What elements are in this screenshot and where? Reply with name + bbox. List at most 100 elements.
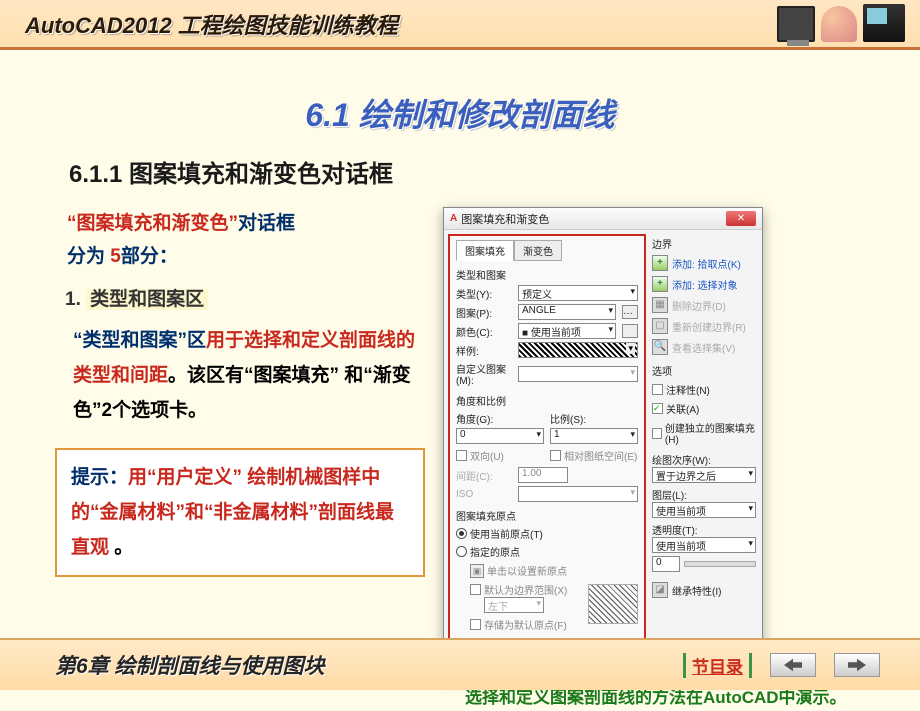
intro-suffix1: 对话框 [238, 213, 295, 234]
intro-quoted: “图案填充和渐变色” [67, 213, 238, 234]
side-group-options: 选项 [652, 363, 756, 378]
recreate-boundary-icon[interactable]: ▢ [652, 318, 668, 334]
group-type-pattern: 类型和图案 [456, 267, 638, 282]
subsection-title: 6.1.1 图案填充和渐变色对话框 [69, 154, 865, 189]
checkbox-relpaper[interactable] [550, 450, 561, 461]
pattern-browse-button[interactable]: … [622, 305, 638, 319]
origin-preview-icon [588, 584, 638, 624]
label-store-origin: 存储为默认原点(F) [484, 617, 567, 632]
radio-specified-origin[interactable] [456, 546, 467, 557]
sample-swatch[interactable] [518, 342, 638, 358]
label-angle: 角度(G): [456, 411, 544, 426]
combo-ratio[interactable]: 1 [550, 428, 638, 444]
label-specified-origin: 指定的原点 [470, 544, 520, 559]
dialog-tabs: 图案填充 渐变色 [456, 240, 638, 261]
label-iso: ISO [456, 489, 514, 500]
main-content: 6.1 绘制和修改剖面线 6.1.1 图案填充和渐变色对话框 “图案填充和渐变色… [0, 50, 920, 711]
hatch-dialog: A 图案填充和渐变色 ✕ 图案填充 渐变色 类型和图案 类型(Y): 预定义 [443, 207, 763, 677]
combo-draworder[interactable]: 置于边界之后 [652, 467, 756, 483]
arrow-right-icon [848, 658, 866, 672]
monitor-icon [777, 6, 815, 42]
label-default-bounds: 默认为边界范围(X) [484, 582, 567, 597]
inherit-icon[interactable]: ◪ [652, 582, 668, 598]
input-spacing[interactable]: 1.00 [518, 467, 568, 483]
list-label: 类型和图案区 [86, 289, 208, 310]
dialog-main-panel: 图案填充 渐变色 类型和图案 类型(Y): 预定义 图案(P): ANGLE … [448, 234, 646, 640]
dialog-titlebar: A 图案填充和渐变色 ✕ [444, 208, 762, 230]
checkbox-annotative[interactable] [652, 384, 663, 395]
combo-type[interactable]: 预定义 [518, 285, 638, 301]
label-annotative: 注释性(N) [666, 382, 710, 397]
side-group-boundary: 边界 [652, 236, 756, 251]
header-bar: AutoCAD2012 工程绘图技能训练教程 [0, 0, 920, 50]
body-paragraph: “类型和图案”区用于选择和定义剖面线的类型和间距。该区有“图案填充” 和“渐变色… [55, 323, 425, 428]
footer-bar: 第6章 绘制剖面线与使用图块 节目录 [0, 638, 920, 690]
link-view: 查看选择集(V) [672, 340, 735, 355]
checkbox-assoc[interactable] [652, 403, 663, 414]
tip-label: 提示： [71, 467, 128, 488]
add-pick-icon[interactable]: + [652, 255, 668, 271]
label-trans: 透明度(T): [652, 522, 756, 537]
label-double: 双向(U) [470, 448, 504, 463]
group-scale: 角度和比例 [456, 393, 638, 408]
combo-angle[interactable]: 0 [456, 428, 544, 444]
body-head: “类型和图案”区 [73, 330, 206, 351]
intro-count: 5 [110, 246, 121, 267]
combo-pattern[interactable]: ANGLE [518, 304, 616, 320]
checkbox-default-bounds[interactable] [470, 584, 481, 595]
combo-custom [518, 366, 638, 382]
label-type: 类型(Y): [456, 286, 514, 301]
label-sample: 样例: [456, 343, 514, 358]
label-spacing: 间距(C): [456, 468, 514, 483]
input-trans-num[interactable]: 0 [652, 556, 680, 572]
arrow-left-icon [784, 658, 802, 672]
label-layer: 图层(L): [652, 487, 756, 502]
label-pattern: 图案(P): [456, 305, 514, 320]
combo-layer[interactable]: 使用当前项 [652, 502, 756, 518]
color-swatch-button[interactable] [622, 324, 638, 338]
dialog-side-panel: 边界 +添加: 拾取点(K) +添加: 选择对象 ▦删除边界(D) ▢重新创建边… [650, 230, 762, 644]
checkbox-store-origin[interactable] [470, 619, 481, 630]
people-icon [821, 6, 857, 42]
section-title: 6.1 绘制和修改剖面线 [55, 90, 865, 136]
header-icons [777, 4, 905, 42]
tab-gradient[interactable]: 渐变色 [514, 240, 562, 261]
combo-trans[interactable]: 使用当前项 [652, 537, 756, 553]
course-title: AutoCAD2012 工程绘图技能训练教程 [25, 8, 398, 40]
link-inherit[interactable]: 继承特性(I) [672, 583, 721, 598]
label-ratio: 比例(S): [550, 411, 638, 426]
pick-origin-button[interactable]: ▣ [470, 564, 484, 578]
remove-boundary-icon[interactable]: ▦ [652, 297, 668, 313]
link-add-select[interactable]: 添加: 选择对象 [672, 277, 738, 292]
computer-icon [863, 4, 905, 42]
view-selection-icon[interactable]: 🔍 [652, 339, 668, 355]
chapter-title: 第6章 绘制剖面线与使用图块 [55, 650, 683, 680]
text-column: “图案填充和渐变色”对话框 分为 5部分： 1. 类型和图案区 “类型和图案”区… [55, 207, 425, 711]
group-origin: 图案填充原点 [456, 508, 638, 523]
prev-button[interactable] [770, 653, 816, 677]
dialog-title: 图案填充和渐变色 [461, 211, 726, 227]
tip-box: 提示：用“用户定义” 绘制机械图样中的“金属材料”和“非金属材料”剖面线最直观 … [55, 448, 425, 577]
trans-slider[interactable] [684, 561, 756, 567]
label-click-origin: 单击以设置新原点 [487, 563, 567, 578]
checkbox-separate[interactable] [652, 428, 662, 439]
dialog-column: A 图案填充和渐变色 ✕ 图案填充 渐变色 类型和图案 类型(Y): 预定义 [443, 207, 865, 711]
link-remove: 删除边界(D) [672, 298, 726, 313]
next-button[interactable] [834, 653, 880, 677]
add-select-icon[interactable]: + [652, 276, 668, 292]
tab-hatch[interactable]: 图案填充 [456, 240, 514, 261]
list-item-1: 1. 类型和图案区 [55, 284, 425, 311]
label-assoc: 关联(A) [666, 401, 699, 416]
combo-color[interactable]: ■ 使用当前项 [518, 323, 616, 339]
intro-paragraph: “图案填充和渐变色”对话框 分为 5部分： [55, 207, 425, 274]
intro-prefix2: 分为 [67, 246, 110, 267]
toc-link[interactable]: 节目录 [683, 653, 752, 678]
list-num: 1. [65, 289, 86, 310]
label-draworder: 绘图次序(W): [652, 452, 756, 467]
link-add-pick[interactable]: 添加: 拾取点(K) [672, 256, 741, 271]
label-color: 颜色(C): [456, 324, 514, 339]
radio-current-origin[interactable] [456, 528, 467, 539]
app-icon: A [450, 213, 457, 224]
close-button[interactable]: ✕ [726, 211, 756, 226]
checkbox-double[interactable] [456, 450, 467, 461]
